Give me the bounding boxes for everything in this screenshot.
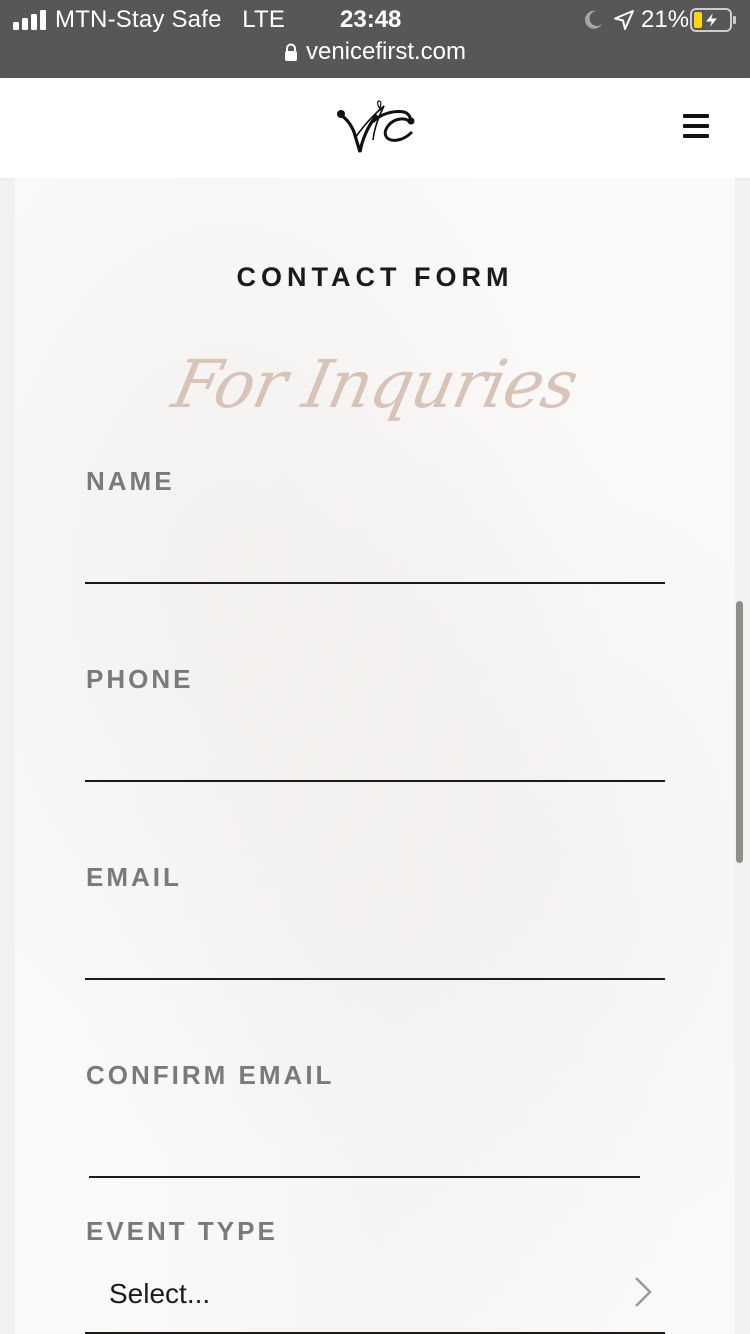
site-header [0, 78, 750, 178]
event-type-select[interactable]: Select... [85, 1262, 665, 1334]
status-bar: MTN-Stay Safe LTE 23:48 21% venicefirst.… [0, 0, 750, 78]
moon-icon [585, 10, 602, 29]
scrollbar[interactable] [736, 601, 743, 863]
venice-first-monogram-icon[interactable] [332, 100, 418, 158]
script-heading: For Inquries [166, 346, 584, 423]
lock-icon [284, 43, 297, 61]
email-field[interactable] [85, 924, 665, 980]
address-bar[interactable]: venicefirst.com [0, 38, 750, 70]
carrier-label: MTN-Stay Safe LTE [55, 6, 286, 33]
event-type-label: EVENT TYPE [86, 1216, 278, 1246]
location-arrow-icon [614, 10, 634, 30]
battery-percent: 21% [641, 6, 690, 33]
contact-form-panel: CONTACT FORM For Inquries NAME PHONE EMA… [15, 178, 735, 1334]
signal-icon [13, 10, 49, 30]
event-type-selected: Select... [109, 1278, 211, 1309]
phone-label: PHONE [86, 664, 194, 694]
name-label: NAME [86, 466, 175, 496]
url-text: venicefirst.com [305, 38, 467, 65]
phone-field[interactable] [85, 726, 665, 782]
confirm-email-field[interactable] [89, 1122, 640, 1178]
network-label: LTE [242, 6, 286, 33]
hamburger-menu-icon[interactable] [683, 114, 709, 140]
confirm-email-label: CONFIRM EMAIL [86, 1060, 335, 1090]
form-title: CONTACT FORM [236, 262, 514, 292]
chevron-right-icon [635, 1277, 652, 1307]
battery-charging-icon [690, 8, 736, 32]
name-field[interactable] [85, 528, 665, 584]
email-label: EMAIL [86, 862, 182, 892]
clock: 23:48 [340, 6, 402, 33]
